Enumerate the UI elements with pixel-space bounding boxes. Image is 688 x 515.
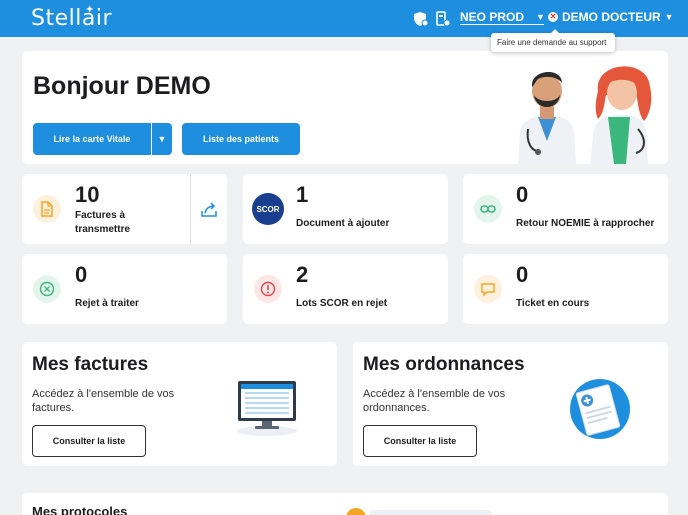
patient-list-button[interactable]: Liste des patients <box>182 123 300 155</box>
stat-label: Document à ajouter <box>296 218 390 229</box>
stat-card-rejects[interactable]: 0 Rejet à traiter <box>22 254 227 324</box>
stat-count: 0 <box>516 182 529 207</box>
document-icon <box>33 195 61 223</box>
logo[interactable]: Stellair <box>31 6 112 31</box>
stat-count: 0 <box>75 262 88 287</box>
stat-count: 10 <box>75 182 100 207</box>
stat-card-noemie[interactable]: 0 Retour NOEMIE à rapprocher <box>463 174 668 244</box>
divider <box>190 174 191 244</box>
chat-icon <box>474 275 502 303</box>
greeting-title: Bonjour DEMO <box>33 72 211 100</box>
stat-card-documents[interactable]: SCOR 1 Document à ajouter <box>243 174 448 244</box>
read-vitale-card-button[interactable]: Lire la carte Vitale <box>33 123 151 155</box>
invoices-list-button[interactable]: Consulter la liste <box>32 425 146 457</box>
prescriptions-card: Mes ordonnances Accédez à l'ensemble de … <box>353 342 668 466</box>
doctors-illustration <box>518 66 652 164</box>
user-name: DEMO DOCTEUR <box>562 10 661 24</box>
prescriptions-title: Mes ordonnances <box>363 354 525 375</box>
stat-count: 1 <box>296 182 309 207</box>
stat-card-invoices[interactable]: 10 Factures à transmettre <box>22 174 227 244</box>
link-icon <box>474 195 502 223</box>
prescriptions-description: Accédez à l'ensemble de vos ordonnances. <box>363 388 506 414</box>
cross-circle-icon <box>33 275 61 303</box>
prescriptions-list-button[interactable]: Consulter la liste <box>363 425 477 457</box>
stat-label: Rejet à traiter <box>75 298 139 309</box>
prescription-illustration <box>570 379 630 439</box>
stat-label: Ticket en cours <box>516 298 590 309</box>
stat-card-scor-rejects[interactable]: 2 Lots SCOR en rejet <box>243 254 448 324</box>
welcome-card: Bonjour DEMO Lire la carte Vitale ▼ List… <box>22 51 668 164</box>
stat-label: Factures à transmettre <box>75 210 131 235</box>
vitale-dropdown-button[interactable]: ▼ <box>152 123 172 155</box>
invoices-card: Mes factures Accédez à l'ensemble de vos… <box>22 342 337 466</box>
shield-icon[interactable] <box>413 11 429 27</box>
chevron-down-icon[interactable]: ▼ <box>536 12 545 22</box>
protocols-card: Mes protocoles <box>22 493 668 515</box>
protocols-title: Mes protocoles <box>32 504 128 515</box>
support-tooltip: Faire une demande au support <box>491 29 615 52</box>
invoices-title: Mes factures <box>32 354 149 375</box>
invoices-description: Accédez à l'ensemble de vos factures. <box>32 388 175 414</box>
stat-count: 2 <box>296 262 309 287</box>
scor-logo: SCOR <box>252 193 284 225</box>
logo-star-icon: ✦ <box>85 4 95 16</box>
status-error-icon: ✕ <box>548 12 558 22</box>
stat-label: Lots SCOR en rejet <box>296 298 388 309</box>
stat-count: 0 <box>516 262 529 287</box>
computer-illustration <box>237 381 297 436</box>
send-icon[interactable] <box>200 202 218 218</box>
alert-icon <box>254 275 282 303</box>
protocols-illustration <box>346 508 492 515</box>
top-bar: Stellair ✦ NEO PROD ▼ ✕ DEMO DOCTEUR ▼ <box>0 0 688 37</box>
chevron-down-icon: ▼ <box>664 12 674 22</box>
user-menu-button[interactable]: ✕ DEMO DOCTEUR ▼ <box>548 10 674 24</box>
environment-select[interactable]: NEO PROD <box>460 10 544 25</box>
stat-card-tickets[interactable]: 0 Ticket en cours <box>463 254 668 324</box>
stat-label: Retour NOEMIE à rapprocher <box>516 218 655 229</box>
device-icon[interactable] <box>435 11 451 27</box>
